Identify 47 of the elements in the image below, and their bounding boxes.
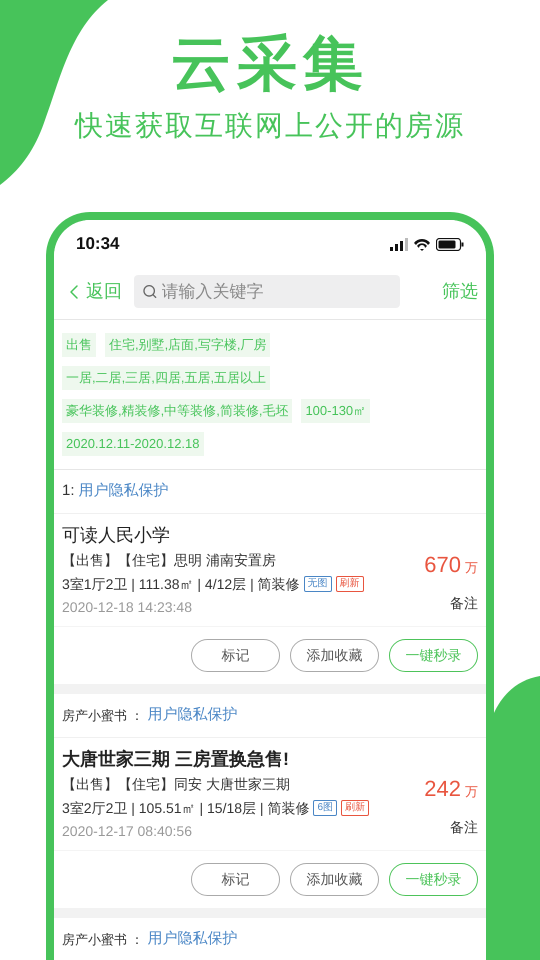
- listing-specs: 3室1厅2卫 | 111.38㎡ | 4/12层 | 简装修: [62, 575, 300, 594]
- search-field[interactable]: 请输入关键字: [134, 275, 400, 308]
- action-button[interactable]: 一键秒录: [389, 863, 478, 896]
- listing-title[interactable]: 可读人民小学: [62, 522, 424, 548]
- price-unit: 万: [465, 783, 478, 801]
- source-label: 房产小蜜书 ：: [62, 706, 144, 725]
- filter-button[interactable]: 筛选: [442, 278, 478, 305]
- filter-chip[interactable]: 出售: [62, 333, 96, 357]
- action-button[interactable]: 标记: [191, 639, 280, 672]
- action-button[interactable]: 添加收藏: [290, 639, 379, 672]
- listing-tag: 无图: [304, 576, 332, 592]
- listing-meta: 【出售】【住宅】同安 大唐世家三期: [62, 775, 291, 794]
- action-button[interactable]: 一键秒录: [389, 639, 478, 672]
- listing-price: 670: [424, 551, 461, 579]
- search-icon: [142, 283, 158, 300]
- source-link[interactable]: 用户隐私保护: [148, 704, 238, 727]
- filter-chip[interactable]: 豪华装修,精装修,中等装修,简装修,毛坯: [62, 399, 292, 423]
- back-button[interactable]: 返回: [62, 278, 122, 305]
- action-button[interactable]: 添加收藏: [290, 863, 379, 896]
- headline-subtitle: 快速获取互联网上公开的房源: [75, 109, 465, 143]
- headline-title: 云采集: [171, 29, 369, 99]
- note-label[interactable]: 备注: [450, 593, 478, 614]
- signal-icon: [390, 238, 408, 250]
- listing-tag: 刷新: [336, 576, 364, 592]
- filter-chip[interactable]: 2020.12.11-2020.12.18: [62, 432, 204, 456]
- listing-time: 2020-12-17 08:40:56: [62, 822, 193, 841]
- action-button[interactable]: 标记: [191, 863, 280, 896]
- listing-tag: 6图: [313, 800, 338, 816]
- filter-chip[interactable]: 100-130㎡: [301, 399, 370, 423]
- listing-price: 242: [424, 775, 461, 803]
- listing-title[interactable]: 大唐世家三期 三房置换急售!: [62, 746, 424, 772]
- source-label: 1:: [62, 481, 75, 502]
- filter-chip[interactable]: 住宅,别墅,店面,写字楼,厂房: [105, 333, 270, 357]
- note-label[interactable]: 备注: [450, 817, 478, 838]
- source-link[interactable]: 用户隐私保护: [148, 928, 238, 951]
- status-time: 10:34: [76, 233, 120, 256]
- battery-icon: [436, 238, 464, 250]
- source-link[interactable]: 用户隐私保护: [78, 480, 169, 503]
- listing-meta: 【出售】【住宅】思明 浦南安置房: [62, 551, 277, 570]
- listing-time: 2020-12-18 14:23:48: [62, 598, 193, 617]
- search-input[interactable]: 请输入关键字: [162, 278, 392, 304]
- listing-tag: 刷新: [341, 800, 370, 816]
- wifi-icon: [414, 238, 430, 250]
- source-label: 房产小蜜书 ：: [62, 930, 144, 949]
- filter-chip[interactable]: 一居,二居,三居,四居,五居,五居以上: [62, 366, 270, 390]
- price-unit: 万: [465, 559, 478, 577]
- listing-specs: 3室2厅2卫 | 105.51㎡ | 15/18层 | 简装修: [62, 799, 310, 818]
